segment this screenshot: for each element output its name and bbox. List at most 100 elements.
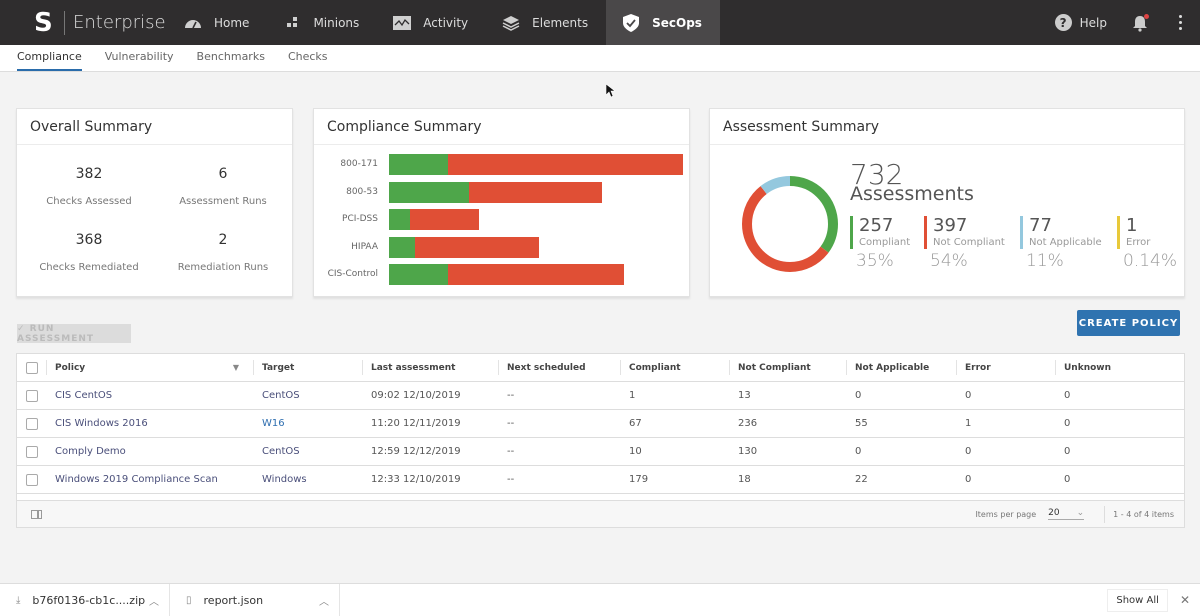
row-select-cell (17, 382, 46, 409)
notification-badge (1144, 13, 1149, 19)
policy-link[interactable]: CIS CentOS (46, 382, 253, 409)
column-header-error[interactable]: Error (956, 354, 1055, 381)
table-row: CIS CentOS CentOS 09:02 12/10/2019 -- 1 … (17, 382, 1184, 410)
not-applicable-cell: 0 (855, 446, 862, 457)
bar-compliant[interactable] (389, 181, 469, 203)
close-icon[interactable]: ✕ (1180, 593, 1190, 607)
nav-secops[interactable]: SecOps (606, 0, 720, 45)
tab-benchmarks[interactable]: Benchmarks (197, 50, 265, 71)
items-per-page-select[interactable]: 20 ⌄ (1048, 508, 1085, 520)
brand-name: Enterprise (73, 12, 166, 33)
legend-compliant: 257 Compliant 35% (850, 215, 910, 271)
help-label: Help (1079, 15, 1107, 30)
next-scheduled-cell: -- (507, 390, 515, 401)
column-header-compliant[interactable]: Compliant (620, 354, 729, 381)
assessment-donut-chart (742, 176, 838, 272)
column-header-policy[interactable]: Policy ▼ (46, 354, 253, 381)
help-icon: ? (1054, 14, 1072, 31)
column-header-target[interactable]: Target (253, 354, 362, 381)
bar-not-compliant[interactable] (469, 181, 602, 203)
target-link[interactable]: CentOS (253, 382, 362, 409)
row-checkbox[interactable] (26, 389, 38, 402)
select-all-checkbox[interactable] (26, 361, 38, 374)
bar-not-compliant[interactable] (410, 209, 479, 230)
nav-elements[interactable]: Elements (486, 0, 606, 45)
secops-subnav: Compliance Vulnerability Benchmarks Chec… (0, 45, 1200, 72)
unknown-cell: 0 (1064, 418, 1071, 429)
nav-activity-label: Activity (423, 15, 469, 30)
stat-checks-remediated: 368 Checks Remediated (24, 232, 154, 273)
row-checkbox[interactable] (26, 445, 38, 458)
show-all-downloads-button[interactable]: Show All (1107, 588, 1168, 612)
next-scheduled-cell: -- (507, 474, 515, 485)
policies-table: Policy ▼ Target Last assessment Next sch… (16, 353, 1185, 528)
file-icon: ▯ (186, 594, 192, 606)
tab-vulnerability[interactable]: Vulnerability (105, 50, 174, 71)
column-toggle-icon[interactable] (31, 509, 42, 519)
create-policy-button[interactable]: CREATE POLICY (1077, 310, 1180, 336)
not-compliant-cell: 236 (738, 418, 758, 429)
bar-compliant[interactable] (389, 264, 448, 285)
chevron-up-icon[interactable]: ︿ (149, 593, 159, 608)
column-header-next-scheduled[interactable]: Next scheduled (498, 354, 620, 381)
bar-compliant[interactable] (389, 236, 415, 258)
column-header-not-compliant[interactable]: Not Compliant (729, 354, 846, 381)
stat-label: Remediation Runs (177, 262, 269, 273)
policy-link[interactable]: Comply Demo (46, 438, 253, 465)
table-row: CIS Windows 2016 W16 11:20 12/11/2019 --… (17, 410, 1184, 438)
target-link[interactable]: CentOS (253, 438, 362, 465)
compliance-bar-chart: 800-171 800-53 PCI-DSS HIPAA CIS-Control (314, 109, 689, 296)
layers-icon (502, 14, 520, 32)
logo-mark: S (34, 7, 53, 38)
target-link[interactable]: W16 (253, 410, 362, 437)
compliant-cell: 179 (629, 474, 649, 485)
row-checkbox[interactable] (26, 473, 38, 486)
bar-compliant[interactable] (389, 154, 448, 175)
nav-minions[interactable]: Minions (267, 0, 377, 45)
download-item[interactable]: ⤓ b76f0136-cb1c....zip ︿ (0, 584, 170, 616)
help-button[interactable]: ? Help (1054, 14, 1107, 31)
policy-link[interactable]: Windows 2019 Compliance Scan (46, 466, 253, 493)
policy-link[interactable]: CIS Windows 2016 (46, 410, 253, 437)
download-item[interactable]: ▯ report.json ︿ (170, 584, 340, 616)
compliance-summary-card: Compliance Summary 800-171 800-53 PCI-DSS H… (313, 108, 690, 297)
legend-label: Not Compliant (933, 237, 1005, 248)
nav-activity[interactable]: Activity (377, 0, 486, 45)
logo-divider (64, 10, 65, 35)
filter-icon[interactable]: ▼ (233, 363, 239, 372)
stat-label: Checks Remediated (39, 262, 139, 273)
legend-value: 257 (859, 215, 894, 236)
bar-compliant[interactable] (389, 209, 410, 230)
column-header-last-assessment[interactable]: Last assessment (362, 354, 498, 381)
nav-minions-label: Minions (313, 15, 360, 30)
last-assessment-cell: 12:59 12/12/2019 (371, 446, 461, 457)
target-link[interactable]: Windows (253, 466, 362, 493)
nav-home[interactable]: Home (168, 0, 267, 45)
error-cell: 0 (965, 446, 972, 457)
chevron-up-icon[interactable]: ︿ (319, 593, 329, 608)
notifications-button[interactable] (1131, 13, 1149, 32)
run-assessment-button[interactable]: ✓ RUN ASSESSMENT (17, 324, 131, 344)
column-header-not-applicable[interactable]: Not Applicable (846, 354, 956, 381)
row-checkbox[interactable] (26, 417, 38, 430)
logo[interactable]: S Enterprise (0, 8, 168, 38)
row-select-cell (17, 438, 46, 465)
tab-checks[interactable]: Checks (288, 50, 328, 71)
stat-value: 6 (218, 166, 228, 182)
more-menu-icon[interactable] (1179, 15, 1182, 30)
file-download-icon: ⤓ (16, 594, 21, 606)
items-per-page-label: Items per page (975, 509, 1037, 519)
not-compliant-cell: 13 (738, 390, 751, 401)
column-header-unknown[interactable]: Unknown (1055, 354, 1184, 381)
legend-error: 1 Error 0.14% (1117, 216, 1177, 271)
select-all-cell (17, 354, 46, 381)
bar-category-label: 800-53 (346, 186, 378, 197)
tab-compliance[interactable]: Compliance (17, 50, 82, 71)
bar-not-compliant[interactable] (448, 264, 624, 285)
not-applicable-cell: 55 (855, 418, 868, 429)
legend-not-applicable: 77 Not Applicable 11% (1020, 216, 1102, 271)
bar-not-compliant[interactable] (448, 154, 683, 175)
bar-not-compliant[interactable] (415, 236, 539, 258)
items-per-page-value: 20 (1048, 508, 1060, 518)
table-row: Comply Demo CentOS 12:59 12/12/2019 -- 1… (17, 438, 1184, 466)
